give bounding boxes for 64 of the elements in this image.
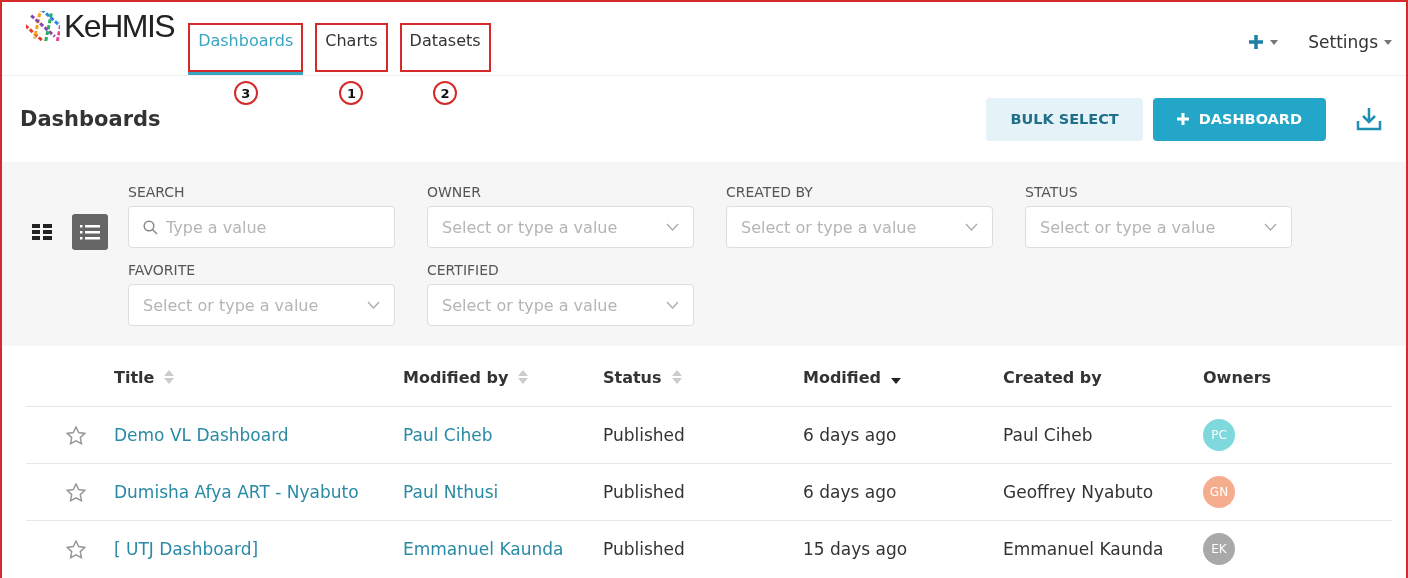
- filter-label: STATUS: [1025, 184, 1079, 200]
- modified-cell-text: 6 days ago: [803, 482, 898, 502]
- status-cell-text: Published: [603, 425, 686, 445]
- select-field[interactable]: Select or type a value: [427, 284, 694, 326]
- chevron-down-icon: [666, 301, 679, 309]
- select-field[interactable]: Select or type a value: [427, 206, 694, 248]
- filter-label: OWNER: [427, 184, 482, 200]
- star-icon[interactable]: [66, 539, 86, 559]
- select-field[interactable]: Select or type a value: [726, 206, 993, 248]
- column-header[interactable]: Owners: [1203, 367, 1392, 387]
- plus-icon: [1176, 113, 1189, 125]
- status-cell-text: Published: [603, 539, 686, 559]
- dashboard-title-link[interactable]: Dumisha Afya ART - Nyabuto: [114, 482, 403, 502]
- add-dashboard-button[interactable]: DASHBOARD: [1152, 97, 1326, 141]
- created-by-cell-text: Paul Ciheb: [1003, 425, 1094, 445]
- dashboard-title-link[interactable]: Demo VL Dashboard: [114, 425, 403, 445]
- callout-number: 3: [233, 81, 258, 105]
- column-header[interactable]: Created by: [1003, 367, 1203, 387]
- caret-icon: [1384, 39, 1392, 45]
- star-icon[interactable]: [66, 482, 86, 502]
- list-icon: [80, 224, 100, 240]
- modified-cell-text: 15 days ago: [803, 539, 909, 559]
- callout-number: 1: [339, 81, 364, 105]
- select-field[interactable]: Select or type a value: [1025, 206, 1292, 248]
- chevron-down-icon: [367, 301, 380, 309]
- select-field[interactable]: Select or type a value: [128, 284, 395, 326]
- modified-by-link[interactable]: Paul Ciheb: [403, 425, 603, 445]
- callout-number: 2: [433, 81, 458, 105]
- star-icon[interactable]: [66, 425, 86, 445]
- plus-icon: [1248, 34, 1265, 50]
- download-icon: [1356, 107, 1382, 131]
- list-view-button[interactable]: [72, 214, 108, 250]
- dashboard-title-link[interactable]: [ UTJ Dashboard]: [114, 539, 403, 559]
- modified-by-link[interactable]: Paul Nthusi: [403, 482, 603, 502]
- page-title: Dashboards: [20, 107, 161, 131]
- search-icon: [143, 219, 158, 235]
- chevron-down-icon: [666, 223, 679, 231]
- modified-cell-text: 6 days ago: [803, 425, 898, 445]
- filter-label: CREATED BY: [726, 184, 814, 200]
- nav-tab[interactable]: Datasets: [399, 23, 491, 75]
- brand-name: KeHMIS: [64, 7, 175, 45]
- bulk-select-button[interactable]: BULK SELECT: [986, 97, 1143, 141]
- nav-tab[interactable]: Dashboards: [188, 23, 304, 75]
- search-field[interactable]: Type a value: [128, 206, 395, 248]
- owner-avatar[interactable]: EK: [1203, 533, 1235, 565]
- column-header[interactable]: Modified by: [403, 367, 603, 387]
- column-header[interactable]: Status: [603, 367, 803, 387]
- filter-label: SEARCH: [128, 184, 186, 200]
- filter-label: FAVORITE: [128, 262, 197, 278]
- column-header[interactable]: Title: [114, 367, 403, 387]
- nav-tab[interactable]: Charts: [315, 23, 388, 75]
- status-cell-text: Published: [603, 482, 686, 502]
- column-header[interactable]: Modified: [803, 367, 1003, 387]
- caret-icon: [1270, 39, 1279, 45]
- chevron-down-icon: [1264, 223, 1277, 231]
- modified-by-link[interactable]: Emmanuel Kaunda: [403, 539, 603, 559]
- created-by-cell-text: Emmanuel Kaunda: [1003, 539, 1165, 559]
- settings-menu[interactable]: Settings: [1308, 32, 1392, 52]
- grid-icon: [32, 224, 52, 240]
- download-button[interactable]: [1356, 107, 1382, 131]
- add-menu[interactable]: [1248, 34, 1279, 50]
- filter-label: CERTIFIED: [427, 262, 500, 278]
- chevron-down-icon: [965, 223, 978, 231]
- created-by-cell-text: Geoffrey Nyabuto: [1003, 482, 1155, 502]
